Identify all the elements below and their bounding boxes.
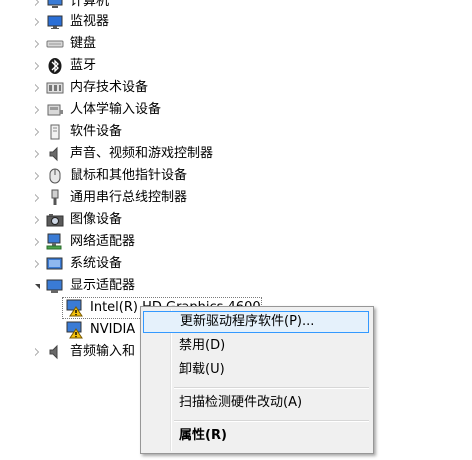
expand-arrow-icon[interactable] [32, 59, 42, 73]
expand-arrow-icon[interactable] [32, 0, 42, 9]
expand-arrow-icon[interactable] [32, 125, 42, 139]
mouse-icon [46, 167, 64, 185]
tree-item-label: 图像设备 [70, 212, 123, 227]
tree-item-monitor[interactable]: 监视器 [0, 11, 472, 33]
speaker-icon [46, 145, 64, 163]
tree-item-software-devices[interactable]: 软件设备 [0, 121, 472, 143]
tree-item-network-adapters[interactable]: 网络适配器 [0, 231, 472, 253]
context-menu: 更新驱动程序软件(P)... 禁用(D) 卸载(U) 扫描检测硬件改动(A) 属… [140, 306, 374, 454]
tree-item-label: 声音、视频和游戏控制器 [70, 146, 214, 161]
tree-item-label: 监视器 [70, 14, 110, 29]
collapse-arrow-icon[interactable] [32, 279, 42, 293]
tree-item-mouse[interactable]: 鼠标和其他指针设备 [0, 165, 472, 187]
usb-icon [46, 189, 64, 207]
tree-item-label: 通用串行总线控制器 [70, 190, 188, 205]
menu-separator [174, 387, 369, 389]
software-device-icon [46, 123, 64, 141]
bluetooth-icon [46, 57, 64, 75]
expand-arrow-icon[interactable] [32, 103, 42, 117]
tree-item-sound-video-game[interactable]: 声音、视频和游戏控制器 [0, 143, 472, 165]
camera-icon [46, 211, 64, 229]
computer-icon [46, 0, 64, 11]
tree-item-label: 鼠标和其他指针设备 [70, 168, 188, 183]
keyboard-icon [46, 35, 64, 53]
tree-item-label: 网络适配器 [70, 234, 136, 249]
tree-item-label: 内存技术设备 [70, 80, 149, 95]
memory-device-icon [46, 79, 64, 97]
network-icon [46, 233, 64, 251]
expand-arrow-icon[interactable] [32, 345, 42, 359]
menu-item-scan-hardware[interactable]: 扫描检测硬件改动(A) [143, 392, 369, 414]
tree-item-label: 软件设备 [70, 124, 123, 139]
expand-arrow-icon[interactable] [32, 15, 42, 29]
tree-item-display-adapters[interactable]: 显示适配器 [0, 275, 472, 297]
expand-arrow-icon[interactable] [32, 81, 42, 95]
monitor-icon [46, 13, 64, 31]
tree-item-label: 音频输入和 [70, 344, 136, 359]
expand-arrow-icon[interactable] [32, 169, 42, 183]
menu-item-update-driver[interactable]: 更新驱动程序软件(P)... [143, 311, 369, 333]
display-adapter-icon [46, 277, 64, 295]
warning-display-icon [66, 299, 84, 317]
tree-item-memory-devices[interactable]: 内存技术设备 [0, 77, 472, 99]
tree-item-label: 人体学输入设备 [70, 102, 162, 117]
expand-arrow-icon[interactable] [32, 257, 42, 271]
expand-arrow-icon[interactable] [32, 147, 42, 161]
tree-item-system-devices[interactable]: 系统设备 [0, 253, 472, 275]
warning-display-icon [66, 321, 84, 339]
expand-arrow-icon[interactable] [32, 213, 42, 227]
menu-item-disable[interactable]: 禁用(D) [143, 335, 369, 357]
tree-item-imaging-devices[interactable]: 图像设备 [0, 209, 472, 231]
tree-item-hid[interactable]: 人体学输入设备 [0, 99, 472, 121]
menu-item-properties[interactable]: 属性(R) [143, 425, 369, 447]
tree-item-label: 键盘 [70, 36, 97, 51]
tree-item-keyboard[interactable]: 键盘 [0, 33, 472, 55]
expand-arrow-icon[interactable] [32, 37, 42, 51]
tree-item-label: 系统设备 [70, 256, 123, 271]
tree-item-bluetooth[interactable]: 蓝牙 [0, 55, 472, 77]
tree-item-label: NVIDIA [90, 322, 136, 337]
expand-arrow-icon[interactable] [32, 235, 42, 249]
tree-item-label: 蓝牙 [70, 58, 97, 73]
tree-item-label: 显示适配器 [70, 278, 136, 293]
expand-arrow-icon[interactable] [32, 191, 42, 205]
system-device-icon [46, 255, 64, 273]
audio-icon [46, 343, 64, 361]
hid-icon [46, 101, 64, 119]
menu-separator [174, 420, 369, 422]
tree-item-usb[interactable]: 通用串行总线控制器 [0, 187, 472, 209]
menu-item-uninstall[interactable]: 卸载(U) [143, 359, 369, 381]
